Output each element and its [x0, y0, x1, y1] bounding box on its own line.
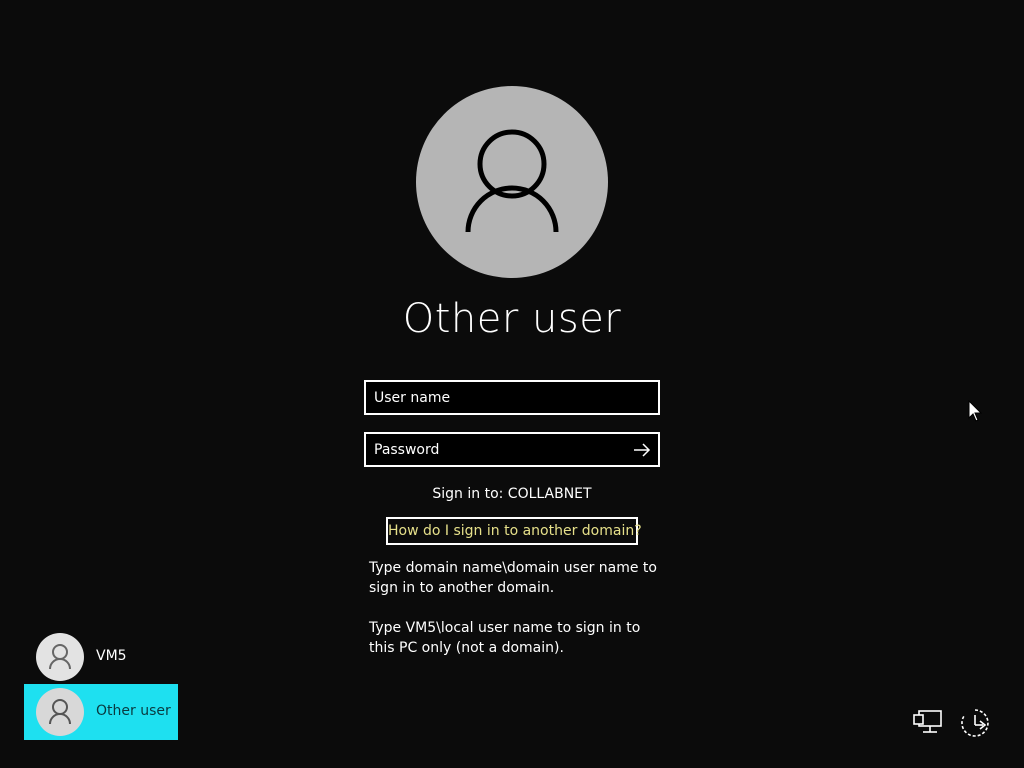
domain-help-text: Type domain name\domain user name to sig… — [369, 558, 669, 678]
username-field[interactable]: User name — [364, 380, 660, 415]
help-text-local: Type VM5\local user name to sign in to t… — [369, 620, 641, 656]
submit-arrow-icon[interactable] — [632, 440, 652, 460]
user-tile-other-user[interactable]: Other user — [24, 684, 178, 740]
user-avatar-large — [416, 86, 608, 278]
lock-screen: Other user User name Password Sign in to… — [0, 0, 1024, 768]
other-domain-help-link[interactable]: How do I sign in to another domain? — [386, 517, 642, 545]
user-tile-label: VM5 — [96, 648, 127, 664]
user-avatar-other — [36, 688, 84, 736]
help-text-domain: Type domain name\domain user name to sig… — [369, 560, 657, 596]
person-icon — [465, 129, 559, 233]
mouse-cursor-icon — [968, 400, 982, 422]
network-icon[interactable] — [911, 706, 945, 740]
password-field[interactable]: Password — [364, 432, 660, 467]
password-placeholder: Password — [374, 442, 440, 458]
ease-of-access-icon[interactable] — [958, 706, 992, 740]
user-tile-label: Other user — [96, 703, 171, 719]
person-icon — [49, 699, 71, 725]
user-tile-vm5[interactable]: VM5 — [24, 629, 178, 685]
sign-in-domain-label: Sign in to: COLLABNET — [432, 486, 592, 502]
user-avatar-vm5 — [36, 633, 84, 681]
person-icon — [49, 644, 71, 670]
user-title: Other user — [402, 296, 622, 342]
username-placeholder: User name — [374, 390, 451, 406]
